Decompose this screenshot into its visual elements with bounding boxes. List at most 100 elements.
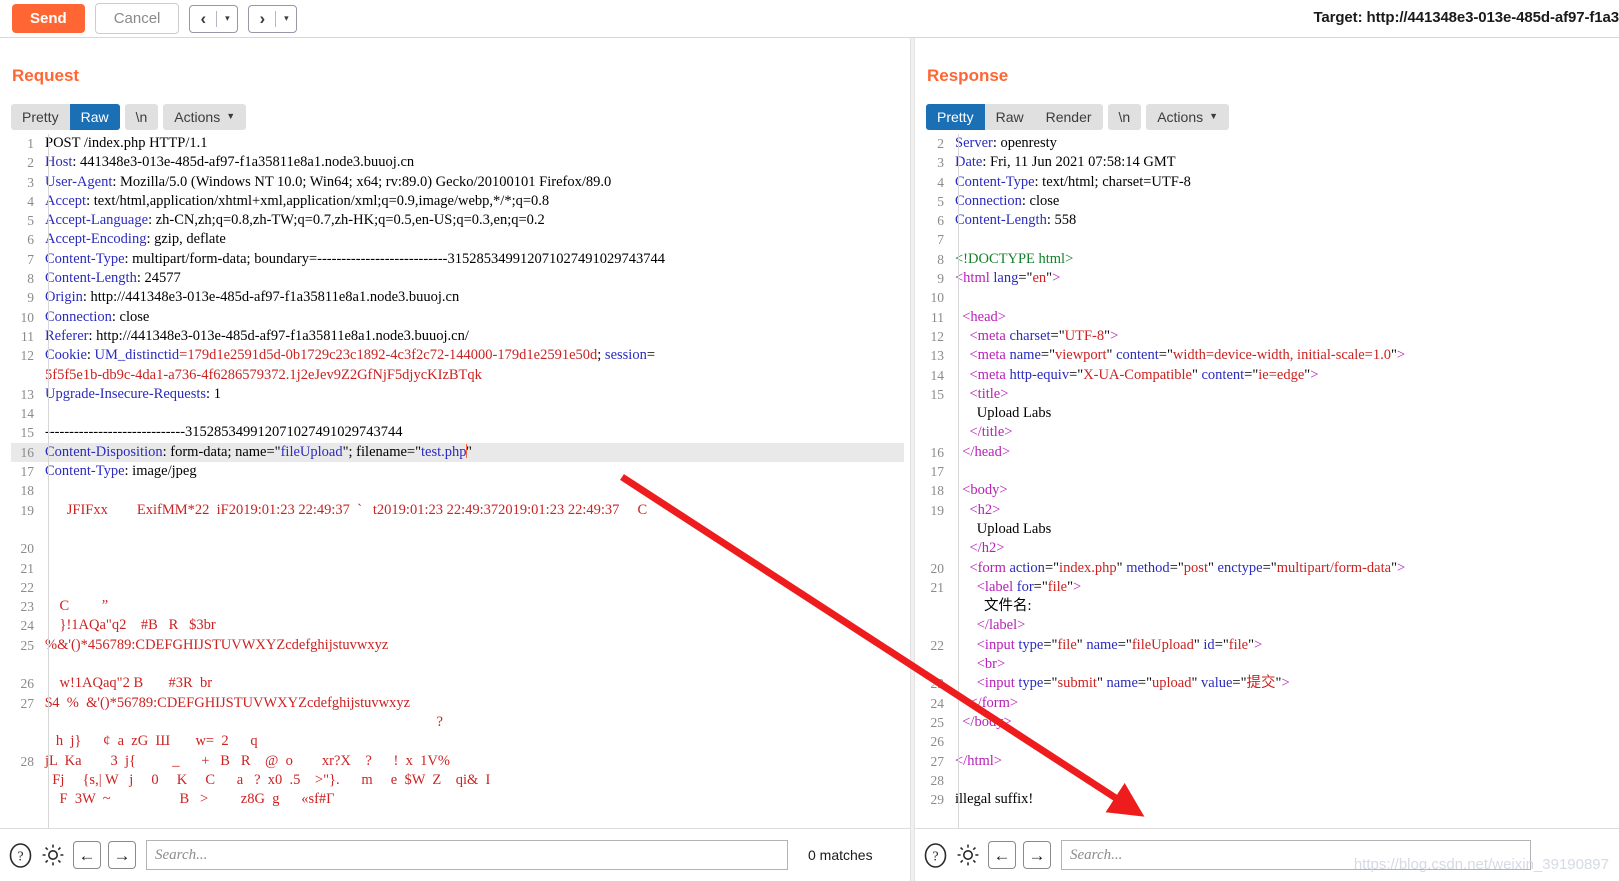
line-number: 22 [930,637,945,653]
line-number: 5 [937,193,944,209]
line-number: 24 [20,618,35,634]
tab-response-raw[interactable]: Raw [985,104,1035,130]
code-line: 1 POST /index.php HTTP/1.1 [11,134,904,153]
gear-icon[interactable] [955,842,981,868]
tab-response-render[interactable]: Render [1035,104,1103,130]
code-text: illegal suffix! [955,791,1034,808]
chevron-down-icon[interactable]: ▾ [276,6,296,32]
code-text: <title> [955,385,1009,402]
cancel-button[interactable]: Cancel [94,2,180,35]
code-line: 12 <meta charset="UTF-8"> [923,327,1616,346]
line-number: 28 [20,753,35,769]
help-icon[interactable]: ? [8,842,33,868]
line-number: 10 [20,309,35,325]
line-number: 2 [27,155,34,171]
response-editor[interactable]: 2 Server: openresty 3 Date: Fri, 11 Jun 202… [923,134,1616,828]
tab-request-raw[interactable]: Raw [69,104,120,131]
code-text: <body> [955,482,1008,499]
request-actions-button[interactable]: Actions ▼ [163,104,247,131]
response-actions-button[interactable]: Actions ▼ [1146,104,1230,131]
code-text: <head> [955,308,1006,325]
code-line: 27 </html> [923,752,1616,771]
code-text: <html lang="en"> [955,270,1061,287]
code-line: 3 Date: Fri, 11 Jun 2021 07:58:14 GMT [923,153,1616,172]
request-search-input[interactable]: Search... [146,840,788,870]
line-number: 9 [937,271,944,287]
code-text: Server: openresty [955,135,1057,151]
line-number: 21 [930,579,945,595]
code-line: 27 $4 % &'()*56789:CDEFGHIJSTUVWXYZcdefgh… [11,694,904,713]
svg-text:?: ? [932,849,938,864]
next-request-button[interactable]: › ▾ [248,4,298,33]
code-line: 20 [11,539,904,558]
code-line: </h2> [923,539,1616,558]
code-text: JFIFxx ExifMM*22 iF2019:01:23 22:49:37 `… [45,501,648,518]
code-line: h j} ¢ a zG Ш w= 2 q [11,732,904,751]
line-number: 6 [27,232,34,248]
code-text: Accept-Language: zh-CN,zh;q=0.8,zh-TW;q=… [45,212,545,229]
line-number: 3 [27,174,34,190]
response-actions-label: Actions [1157,109,1204,125]
code-text: Content-Length: 24577 [45,270,181,287]
code-line: 23 C ˮ [11,597,904,616]
code-line: 文件名: [923,597,1616,616]
line-number: 20 [20,541,35,557]
code-text: }!1AQa"q2 #B R $3br [45,617,216,634]
search-previous-button[interactable]: ← [988,841,1016,869]
code-text: </h2> [955,540,1005,557]
help-icon[interactable]: ? [923,842,948,868]
code-line: 4 Accept: text/html,application/xhtml+xml… [11,192,904,211]
send-button[interactable]: Send [12,3,85,34]
code-line: 22 [11,578,904,597]
top-toolbar: Send Cancel ‹ ▾ › ▾ Target: http://44134… [0,0,1619,38]
line-number: 5 [27,213,34,229]
code-text: ? [45,713,443,730]
line-number: 3 [937,155,944,171]
line-number: 28 [930,772,945,788]
code-text: <!DOCTYPE html> [955,250,1074,267]
code-line: 7 Content-Type: multipart/form-data; boun… [11,250,904,269]
code-text: Host: 441348e3-013e-485d-af97-f1a35811e8… [45,154,415,171]
chevron-down-icon: ▼ [226,111,236,122]
code-text: <meta name="viewport" content="width=dev… [955,347,1406,364]
code-text: POST /index.php HTTP/1.1 [45,135,208,151]
tab-request-pretty[interactable]: Pretty [11,104,70,130]
code-text: <h2> [955,501,1001,518]
code-line: 13 <meta name="viewport" content="width=… [923,346,1616,365]
code-text: <label for="file"> [955,578,1082,595]
search-next-button[interactable]: → [1023,841,1051,869]
tab-request-newline[interactable]: \n [124,104,159,131]
code-line: 16 Content-Disposition: form-data; name="… [11,442,904,463]
code-text: 文件名: [955,598,1032,615]
request-editor[interactable]: 1 POST /index.php HTTP/1.1 2 Host: 441348e3… [11,134,904,828]
code-text: </form> [955,694,1019,711]
line-number: 8 [27,271,34,287]
code-text: Content-Type: multipart/form-data; bound… [45,250,666,267]
response-panel: Response Pretty Raw Render \n Actions ▼ … [915,38,1619,881]
line-number: 20 [930,560,945,576]
code-line: 5f5f5e1b-db9c-4da1-a736-4f6286579372.1j2… [11,366,904,385]
chevron-left-icon: ‹ [200,8,207,28]
code-line: 18 [11,481,904,500]
code-text: Origin: http://441348e3-013e-485d-af97-f… [45,289,460,306]
code-text: Date: Fri, 11 Jun 2021 07:58:14 GMT [955,154,1176,171]
tab-response-newline[interactable]: \n [1107,104,1142,131]
code-text: %&'()*456789:CDEFGHIJSTUVWXYZcdefghijstu… [45,636,389,653]
code-line: 11 <head> [923,308,1616,327]
tab-response-pretty[interactable]: Pretty [926,104,985,131]
search-previous-button[interactable]: ← [73,841,101,869]
line-number: 12 [930,328,945,344]
code-line: 16 </head> [923,443,1616,462]
code-line: 14 <meta http-equiv="X-UA-Compatible" co… [923,366,1616,385]
code-line: 5 Accept-Language: zh-CN,zh;q=0.8,zh-TW;q… [11,211,904,230]
code-line: </label> [923,616,1616,635]
search-next-button[interactable]: → [108,841,136,869]
gutter-divider [48,134,49,828]
line-number: 19 [930,502,945,518]
gear-icon[interactable] [40,842,66,868]
chevron-down-icon[interactable]: ▾ [217,6,237,32]
code-line: 25 </body> [923,713,1616,732]
code-line: 22 <input type="file" name="fileUpload" … [923,636,1616,655]
previous-request-button[interactable]: ‹ ▾ [189,4,239,33]
